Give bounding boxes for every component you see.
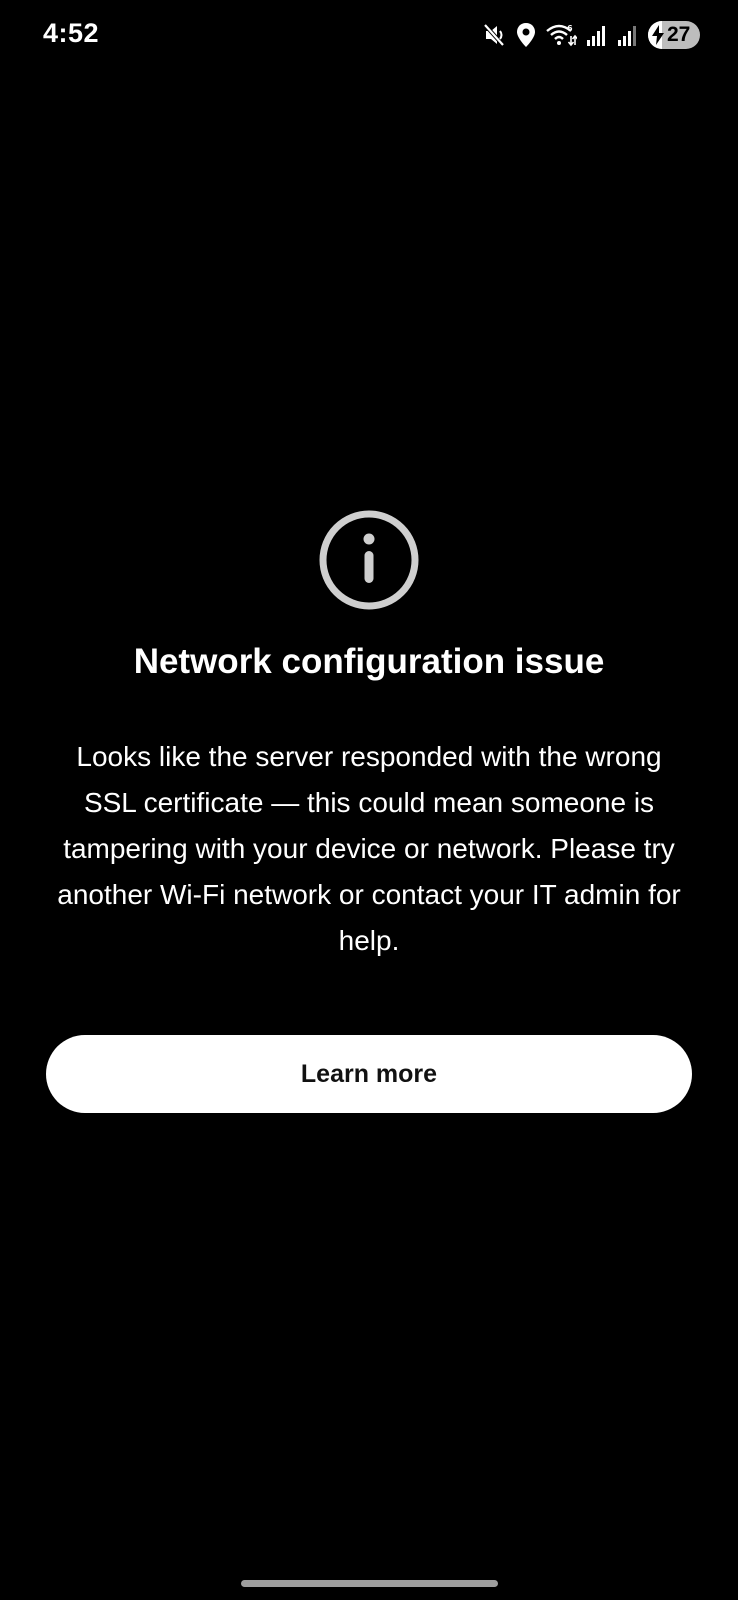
- signal-icon: [617, 23, 639, 47]
- battery-charging-icon: 27: [648, 21, 700, 49]
- info-icon: [319, 510, 419, 610]
- dialog-message: Looks like the server responded with the…: [57, 741, 681, 956]
- status-icons: 6 27: [483, 19, 700, 51]
- status-bar: 4:52 6 27: [0, 0, 738, 70]
- signal-icon: [586, 23, 608, 47]
- error-content: Network configuration issue Looks like t…: [0, 508, 738, 964]
- home-indicator[interactable]: [241, 1580, 498, 1587]
- learn-more-button[interactable]: Learn more: [46, 1035, 692, 1113]
- svg-text:6: 6: [567, 24, 573, 33]
- location-icon: [516, 22, 536, 48]
- status-time: 4:52: [43, 18, 100, 48]
- dialog-title: Network configuration issue: [133, 642, 605, 681]
- battery-level-text: 27: [667, 23, 691, 46]
- wifi-icon: 6: [545, 22, 577, 48]
- charging-bolt-icon: [650, 25, 666, 45]
- mute-vibrate-icon: [483, 22, 507, 48]
